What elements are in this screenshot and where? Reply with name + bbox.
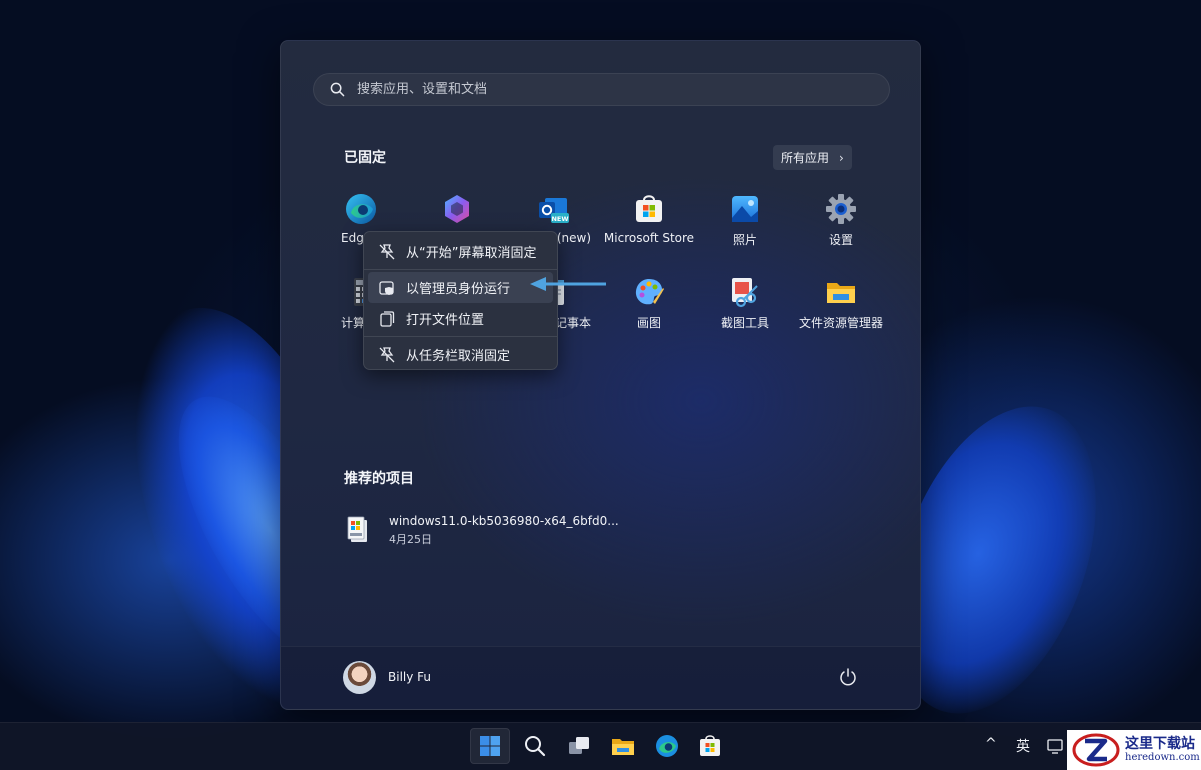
unpin-icon	[379, 346, 395, 362]
pinned-app-settings[interactable]: 设置	[793, 193, 889, 248]
search-box[interactable]	[313, 73, 890, 106]
context-item-label: 从“开始”屏幕取消固定	[406, 246, 537, 261]
context-item-label: 以管理员身份运行	[406, 282, 511, 297]
watermark-en: heredown.com	[1125, 752, 1200, 764]
recommended-item-date: 4月25日	[389, 533, 432, 546]
context-menu: 从“开始”屏幕取消固定 以管理员身份运行 打开文件位置 从任务栏取消固定	[363, 231, 558, 370]
paint-icon	[633, 276, 665, 308]
annotation-arrow-icon	[530, 277, 606, 291]
search-icon	[525, 736, 546, 757]
app-label: 画图	[636, 316, 661, 330]
context-item-label: 打开文件位置	[406, 313, 485, 328]
snipping-tool-icon	[729, 276, 761, 308]
taskbar-edge-button[interactable]	[647, 728, 687, 764]
shield-icon	[379, 280, 394, 295]
taskbar-start-button[interactable]	[470, 728, 510, 764]
task-view-icon	[569, 737, 589, 754]
power-icon[interactable]	[838, 667, 858, 687]
recommended-item[interactable]: windows11.0-kb5036980-x64_6bfd0... 4月25日	[343, 512, 619, 548]
windows-start-icon	[480, 736, 500, 756]
photos-icon	[729, 193, 761, 225]
start-footer	[281, 646, 920, 709]
pinned-app-file-explorer[interactable]: 文件资源管理器	[793, 276, 889, 331]
tray-language-indicator[interactable]: 英	[1016, 736, 1030, 756]
context-item-run-as-admin[interactable]: 以管理员身份运行	[368, 272, 553, 303]
context-separator	[364, 336, 557, 337]
edge-icon	[656, 735, 678, 757]
context-item-unpin-start[interactable]: 从“开始”屏幕取消固定	[368, 236, 553, 267]
pinned-app-paint[interactable]: 画图	[601, 276, 697, 331]
pinned-app-photos[interactable]: 照片	[697, 193, 793, 248]
pinned-app-store[interactable]: Microsoft Store	[601, 193, 697, 245]
context-item-open-file-location[interactable]: 打开文件位置	[368, 303, 553, 334]
outlook-icon: NEW	[537, 193, 569, 225]
app-label: 照片	[732, 233, 757, 247]
pinned-app-snipping-tool[interactable]: 截图工具	[697, 276, 793, 331]
search-icon	[330, 82, 345, 97]
app-label: 设置	[828, 233, 853, 247]
search-input[interactable]	[357, 74, 889, 105]
unpin-icon	[379, 243, 395, 259]
chevron-right-icon: ›	[839, 150, 844, 165]
svg-text:NEW: NEW	[551, 215, 568, 223]
site-watermark: 这里下载站 heredown.com	[1067, 730, 1201, 770]
context-item-unpin-taskbar[interactable]: 从任务栏取消固定	[368, 339, 553, 370]
file-explorer-icon	[612, 739, 634, 755]
taskbar-store-button[interactable]	[690, 728, 730, 764]
context-separator	[364, 269, 557, 270]
start-menu: 已固定 所有应用 › 推荐的项目	[280, 40, 921, 710]
store-icon	[700, 735, 720, 756]
app-label: Microsoft Store	[603, 231, 695, 245]
app-label: 记事本	[555, 316, 592, 330]
all-apps-label: 所有应用	[781, 151, 830, 165]
tray-overflow-chevron-icon[interactable]: ^	[985, 736, 997, 752]
user-name[interactable]: Billy Fu	[388, 670, 431, 684]
file-explorer-icon	[825, 276, 857, 308]
recommended-item-name: windows11.0-kb5036980-x64_6bfd0...	[389, 514, 619, 528]
app-label: 截图工具	[720, 316, 769, 330]
context-item-label: 从任务栏取消固定	[406, 349, 511, 364]
watermark-cn: 这里下载站	[1125, 735, 1195, 752]
store-icon	[633, 193, 665, 225]
edge-icon	[345, 193, 377, 225]
avatar[interactable]	[343, 661, 376, 694]
taskbar-task-view-button[interactable]	[559, 728, 599, 764]
settings-icon	[825, 193, 857, 225]
recommended-section-title: 推荐的项目	[344, 471, 414, 487]
app-label: 文件资源管理器	[798, 316, 883, 330]
watermark-logo-icon	[1072, 733, 1120, 767]
folder-location-icon	[380, 310, 395, 327]
taskbar-search-button[interactable]	[515, 728, 555, 764]
pinned-section-title: 已固定	[344, 150, 386, 166]
network-icon[interactable]	[1047, 737, 1065, 755]
installer-package-icon	[347, 516, 367, 542]
all-apps-button[interactable]: 所有应用 ›	[773, 145, 852, 170]
pinned-app-copilot[interactable]	[409, 193, 505, 231]
copilot-icon	[441, 193, 473, 225]
taskbar-file-explorer-button[interactable]	[603, 728, 643, 764]
